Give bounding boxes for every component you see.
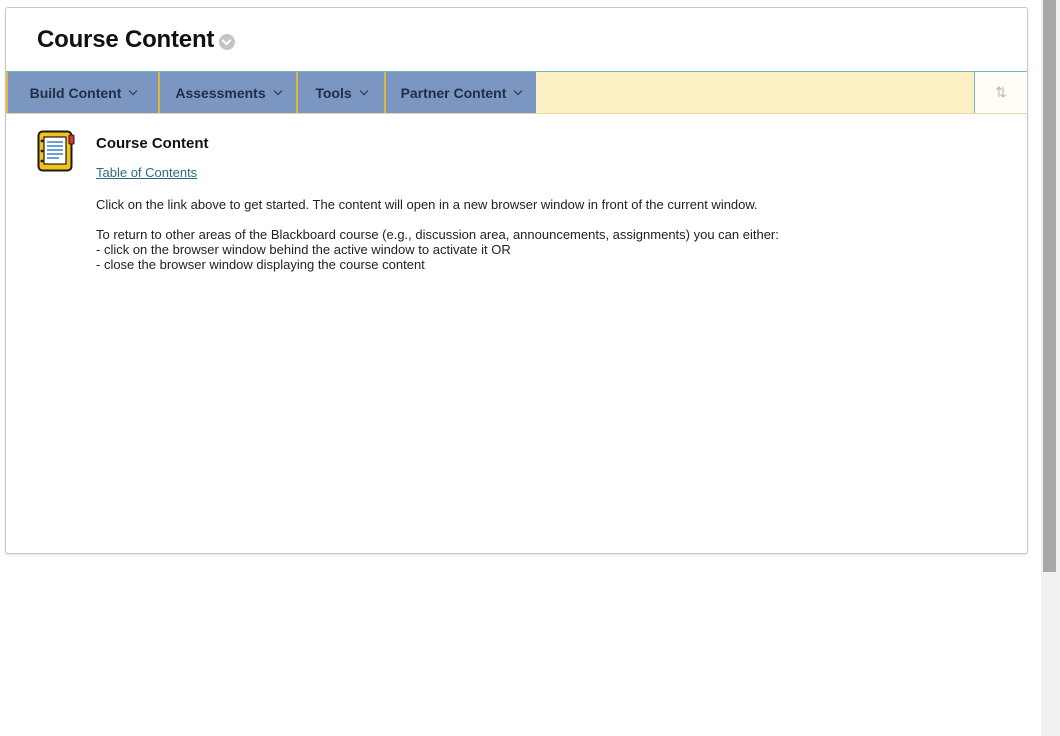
partner-content-label: Partner Content (400, 84, 507, 101)
content-item-body: Course Content Table of Contents Click o… (96, 135, 896, 272)
tools-button[interactable]: Tools (296, 72, 384, 113)
description-line: - click on the browser window behind the… (96, 242, 511, 257)
page-title-row: Course Content (37, 26, 236, 54)
chevron-down-icon (359, 86, 368, 95)
build-content-label: Build Content (29, 84, 122, 101)
description-paragraph: Click on the link above to get started. … (96, 197, 758, 212)
partner-content-button[interactable]: Partner Content (384, 72, 536, 113)
description-line: - close the browser window displaying th… (96, 257, 425, 272)
reorder-arrows-icon: ⇅ (995, 84, 1007, 100)
reorder-button[interactable]: ⇅ (974, 72, 1027, 113)
table-of-contents-link[interactable]: Table of Contents (96, 165, 197, 180)
description-line: To return to other areas of the Blackboa… (96, 227, 779, 242)
chevron-down-icon (273, 86, 282, 95)
assessments-label: Assessments (175, 84, 266, 101)
chevron-down-icon (129, 86, 138, 95)
page-title: Course Content (37, 26, 215, 53)
scrollbar-track[interactable] (1041, 0, 1060, 736)
chevron-down-icon[interactable] (219, 34, 236, 50)
scrollbar-thumb[interactable] (1043, 0, 1056, 572)
build-content-button[interactable]: Build Content (6, 72, 158, 113)
content-panel: Course Content Build Content Assessments… (5, 7, 1028, 554)
content-item-title: Course Content (96, 135, 209, 152)
content-folder-icon (37, 130, 75, 172)
action-bar: Build Content Assessments Tools Partner … (6, 71, 1027, 114)
tools-label: Tools (315, 84, 352, 101)
chevron-down-icon (514, 86, 523, 95)
assessments-button[interactable]: Assessments (158, 72, 296, 113)
action-bar-spacer (536, 72, 974, 113)
